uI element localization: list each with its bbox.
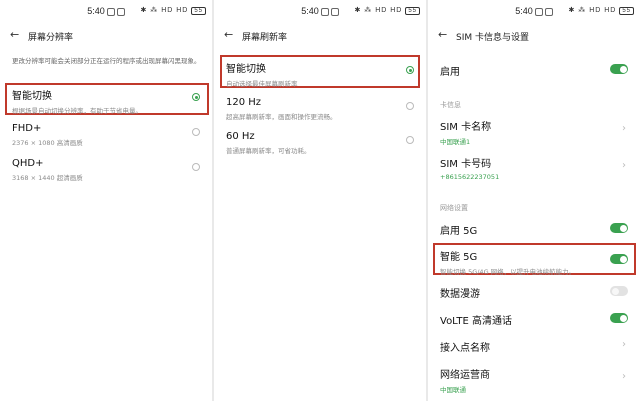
- section-network: 网络设置: [440, 204, 468, 212]
- sim-settings-screen: 5:40 ✱ ⁂ HD HD 55 ← SIM 卡信息与设置 启用 卡信息 SI…: [428, 0, 640, 401]
- resolution-screen: 5:40 ✱ ⁂ HD HD 55 ← 屏幕分辨率 更改分辨率可能会关闭部分正在…: [0, 0, 212, 401]
- row-label: 智能 5G: [440, 252, 478, 263]
- radio-unselected[interactable]: [192, 128, 200, 136]
- option-sub: 2376 × 1080 高清画质: [12, 139, 83, 147]
- row-value: 中国联通: [440, 386, 466, 394]
- status-icons: ✱ ⁂ HD HD 55: [568, 6, 634, 15]
- row-label: 数据漫游: [440, 289, 480, 300]
- option-fhd[interactable]: FHD+ 2376 × 1080 高清画质: [12, 123, 202, 147]
- back-arrow-icon[interactable]: ←: [10, 28, 19, 41]
- row-value: 中国联通1: [440, 138, 471, 146]
- radio-selected[interactable]: [406, 66, 414, 74]
- screenshot-collage: 5:40 ✱ ⁂ HD HD 55 ← 屏幕分辨率 更改分辨率可能会关闭部分正在…: [0, 0, 640, 401]
- row-label: 启用: [440, 67, 460, 78]
- option-smart-switch[interactable]: 智能切换 根据场景自动切换分辨率，有助于节省电量。: [12, 87, 202, 115]
- row-label: 启用 5G: [440, 226, 478, 237]
- apn-row[interactable]: 接入点名称 ›: [440, 339, 630, 354]
- screen-header: ← 屏幕刷新率: [224, 28, 426, 46]
- sim-enable-row[interactable]: 启用: [440, 63, 630, 78]
- smart-5g-toggle[interactable]: [610, 254, 628, 264]
- row-value: +8615622237051: [440, 173, 500, 181]
- option-label: 120 Hz: [226, 97, 262, 108]
- option-60hz[interactable]: 60 Hz 普通屏幕刷新率，可省功耗。: [226, 131, 416, 155]
- volte-toggle[interactable]: [610, 313, 628, 323]
- data-roaming-toggle[interactable]: [610, 286, 628, 296]
- sim-number-row[interactable]: SIM 卡号码 +8615622237051 ›: [440, 155, 630, 181]
- option-label: 60 Hz: [226, 131, 255, 142]
- row-label: 网络运营商: [440, 370, 490, 381]
- screen-header: ← 屏幕分辨率: [10, 28, 212, 46]
- status-icons: ✱ ⁂ HD HD 55: [140, 6, 206, 15]
- status-bar: 5:40 ✱ ⁂ HD HD 55: [214, 0, 426, 22]
- option-sub: 自动选择最佳屏幕刷新率: [226, 80, 298, 88]
- radio-selected[interactable]: [192, 93, 200, 101]
- sim-enable-toggle[interactable]: [610, 64, 628, 74]
- chevron-right-icon: ›: [622, 371, 626, 382]
- option-label: FHD+: [12, 123, 42, 134]
- radio-unselected[interactable]: [192, 163, 200, 171]
- battery-icon: 55: [405, 7, 420, 15]
- option-label: 智能切换: [226, 64, 266, 75]
- screen-header: ← SIM 卡信息与设置: [438, 28, 640, 46]
- volte-row[interactable]: VoLTE 高清通话: [440, 312, 630, 327]
- radio-unselected[interactable]: [406, 102, 414, 110]
- status-icons: ✱ ⁂ HD HD 55: [354, 6, 420, 15]
- page-title: 屏幕刷新率: [242, 33, 288, 43]
- option-sub: 根据场景自动切换分辨率，有助于节省电量。: [12, 107, 142, 115]
- row-label: 接入点名称: [440, 343, 490, 354]
- option-sub: 超高屏幕刷新率，画面和操作更流畅。: [226, 113, 337, 121]
- enable-5g-toggle[interactable]: [610, 223, 628, 233]
- page-title: SIM 卡信息与设置: [456, 33, 529, 43]
- battery-icon: 55: [191, 7, 206, 15]
- chevron-right-icon: ›: [622, 339, 626, 350]
- option-sub: 普通屏幕刷新率，可省功耗。: [226, 147, 311, 155]
- sim-name-row[interactable]: SIM 卡名称 中国联通1 ›: [440, 118, 630, 146]
- row-label: SIM 卡号码: [440, 159, 492, 170]
- row-label: VoLTE 高清通话: [440, 316, 512, 327]
- section-card-info: 卡信息: [440, 101, 461, 109]
- carrier-row[interactable]: 网络运营商 中国联通 ›: [440, 366, 630, 394]
- battery-icon: 55: [619, 7, 634, 15]
- row-sub: 智能切换 5G/4G 网络，以提升电池续航能力。: [440, 268, 576, 276]
- chevron-right-icon: ›: [622, 160, 626, 171]
- page-title: 屏幕分辨率: [28, 33, 74, 43]
- row-label: SIM 卡名称: [440, 122, 492, 133]
- option-label: QHD+: [12, 158, 44, 169]
- option-smart-switch[interactable]: 智能切换 自动选择最佳屏幕刷新率: [226, 60, 416, 88]
- smart-5g-row[interactable]: 智能 5G 智能切换 5G/4G 网络，以提升电池续航能力。: [440, 248, 630, 276]
- option-120hz[interactable]: 120 Hz 超高屏幕刷新率，画面和操作更流畅。: [226, 97, 416, 121]
- status-bar: 5:40 ✱ ⁂ HD HD 55: [428, 0, 640, 22]
- radio-unselected[interactable]: [406, 136, 414, 144]
- back-arrow-icon[interactable]: ←: [438, 28, 447, 41]
- status-bar: 5:40 ✱ ⁂ HD HD 55: [0, 0, 212, 22]
- refresh-rate-screen: 5:40 ✱ ⁂ HD HD 55 ← 屏幕刷新率 智能切换 自动选择最佳屏幕刷…: [214, 0, 426, 401]
- option-label: 智能切换: [12, 91, 52, 102]
- resolution-note: 更改分辨率可能会关闭部分正在运行的程序或出现屏幕闪黑现象。: [12, 57, 201, 65]
- option-sub: 3168 × 1440 超清画质: [12, 174, 83, 182]
- enable-5g-row[interactable]: 启用 5G: [440, 222, 630, 237]
- option-qhd[interactable]: QHD+ 3168 × 1440 超清画质: [12, 158, 202, 182]
- chevron-right-icon: ›: [622, 123, 626, 134]
- data-roaming-row[interactable]: 数据漫游: [440, 285, 630, 300]
- back-arrow-icon[interactable]: ←: [224, 28, 233, 41]
